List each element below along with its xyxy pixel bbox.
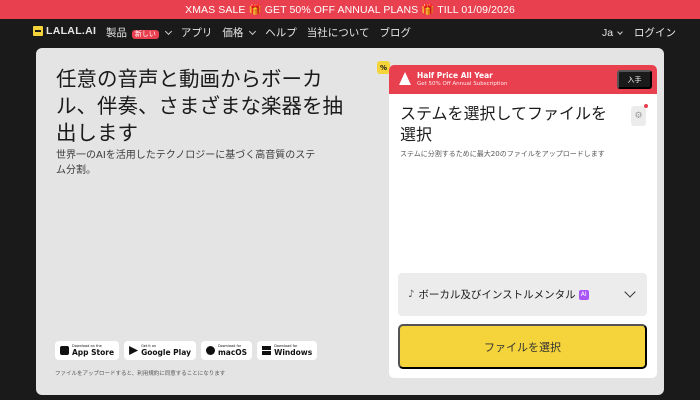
hero-section: 任意の音声と動画からボーカル、伴奏、さまざまな楽器を抽出します 世界一のAIを活… (36, 48, 664, 395)
promo-banner[interactable]: XMAS SALE 🎁 GET 50% OFF ANNUAL PLANS 🎁 T… (0, 0, 700, 19)
logo[interactable]: LALAL.AI (33, 25, 96, 37)
menu-item-products[interactable]: 製品 新しい (106, 25, 172, 40)
terms-disclaimer: ファイルをアップロードすると、利用規約に同意することになります (55, 371, 226, 377)
menu-item-label: 製品 (106, 27, 127, 39)
language-selector[interactable]: Ja (601, 26, 623, 39)
panel-title: ステムを選択してファイルを選択 (400, 104, 608, 144)
nav-right: Ja ログイン (602, 25, 676, 40)
google-play-icon (129, 346, 139, 355)
hero-subtitle: 世界一のAIを活用したテクノロジーに基づく高音質のステム分割。 (56, 150, 316, 176)
store-buttons: Download on the App Store Get it on Google… (55, 341, 318, 360)
offer-subtitle: Get 50% Off Annual Subscription (417, 81, 508, 87)
chevron-down-icon (617, 28, 623, 35)
menu-item-label: 価格 (222, 27, 244, 39)
stem-value: ボーカル及びインストルメンタル (418, 289, 576, 301)
notification-dot (644, 104, 648, 108)
logo-text: LALAL.AI (46, 25, 97, 37)
chevron-down-icon (164, 27, 172, 36)
menu-item-about[interactable]: 当社について (307, 25, 370, 40)
store-big-label: macOS (217, 347, 248, 357)
store-big-label: Windows (274, 347, 313, 357)
store-big-label: Google Play (141, 347, 191, 357)
chevron-down-icon (249, 27, 257, 36)
macos-icon (205, 346, 215, 355)
windows-button[interactable]: Download for Windows (257, 341, 318, 360)
language-label: Ja (601, 26, 614, 39)
app-store-button[interactable]: Download on the App Store (55, 341, 120, 360)
store-big-label: App Store (72, 347, 115, 357)
top-nav: LALAL.AI 製品 新しい アプリ 価格 ヘルプ 当社について ブログ Ja… (0, 19, 700, 44)
promo-text: XMAS SALE 🎁 GET 50% OFF ANNUAL PLANS 🎁 T… (185, 4, 515, 16)
christmas-tree-icon (399, 72, 411, 85)
waveform-icon: ♪ (408, 289, 415, 300)
get-offer-button[interactable]: 入手 (617, 70, 652, 89)
upload-panel: Half Price All Year Get 50% Off Annual S… (389, 65, 657, 378)
offer-title: Half Price All Year (417, 71, 493, 80)
offer-banner: Half Price All Year Get 50% Off Annual S… (389, 65, 657, 94)
new-badge: 新しい (131, 30, 159, 39)
macos-button[interactable]: Download for macOS (200, 341, 253, 360)
chevron-down-icon (624, 286, 636, 298)
panel-subtitle: ステムに分割するために最大20のファイルをアップロードします (400, 150, 605, 158)
ai-badge: AI (578, 289, 589, 300)
menu-item-pricing[interactable]: 価格 (222, 25, 257, 40)
logo-icon (33, 26, 43, 36)
menu-item-apps[interactable]: アプリ (181, 25, 213, 40)
stem-selector[interactable]: ♪ ボーカル及びインストルメンタル AI (398, 273, 647, 316)
menu-item-blog[interactable]: ブログ (379, 25, 411, 40)
settings-button[interactable]: ⚙ (631, 106, 646, 126)
main-menu: 製品 新しい アプリ 価格 ヘルプ 当社について ブログ (106, 25, 411, 40)
apple-icon (60, 346, 69, 355)
gear-icon: ⚙ (634, 111, 643, 121)
select-file-button[interactable]: ファイルを選択 (398, 324, 647, 369)
google-play-button[interactable]: Get it on Google Play (124, 341, 196, 360)
hero-title: 任意の音声と動画からボーカル、伴奏、さまざまな楽器を抽出します (56, 67, 343, 145)
windows-icon (262, 346, 272, 355)
menu-item-help[interactable]: ヘルプ (265, 25, 297, 40)
login-link[interactable]: ログイン (634, 25, 676, 40)
